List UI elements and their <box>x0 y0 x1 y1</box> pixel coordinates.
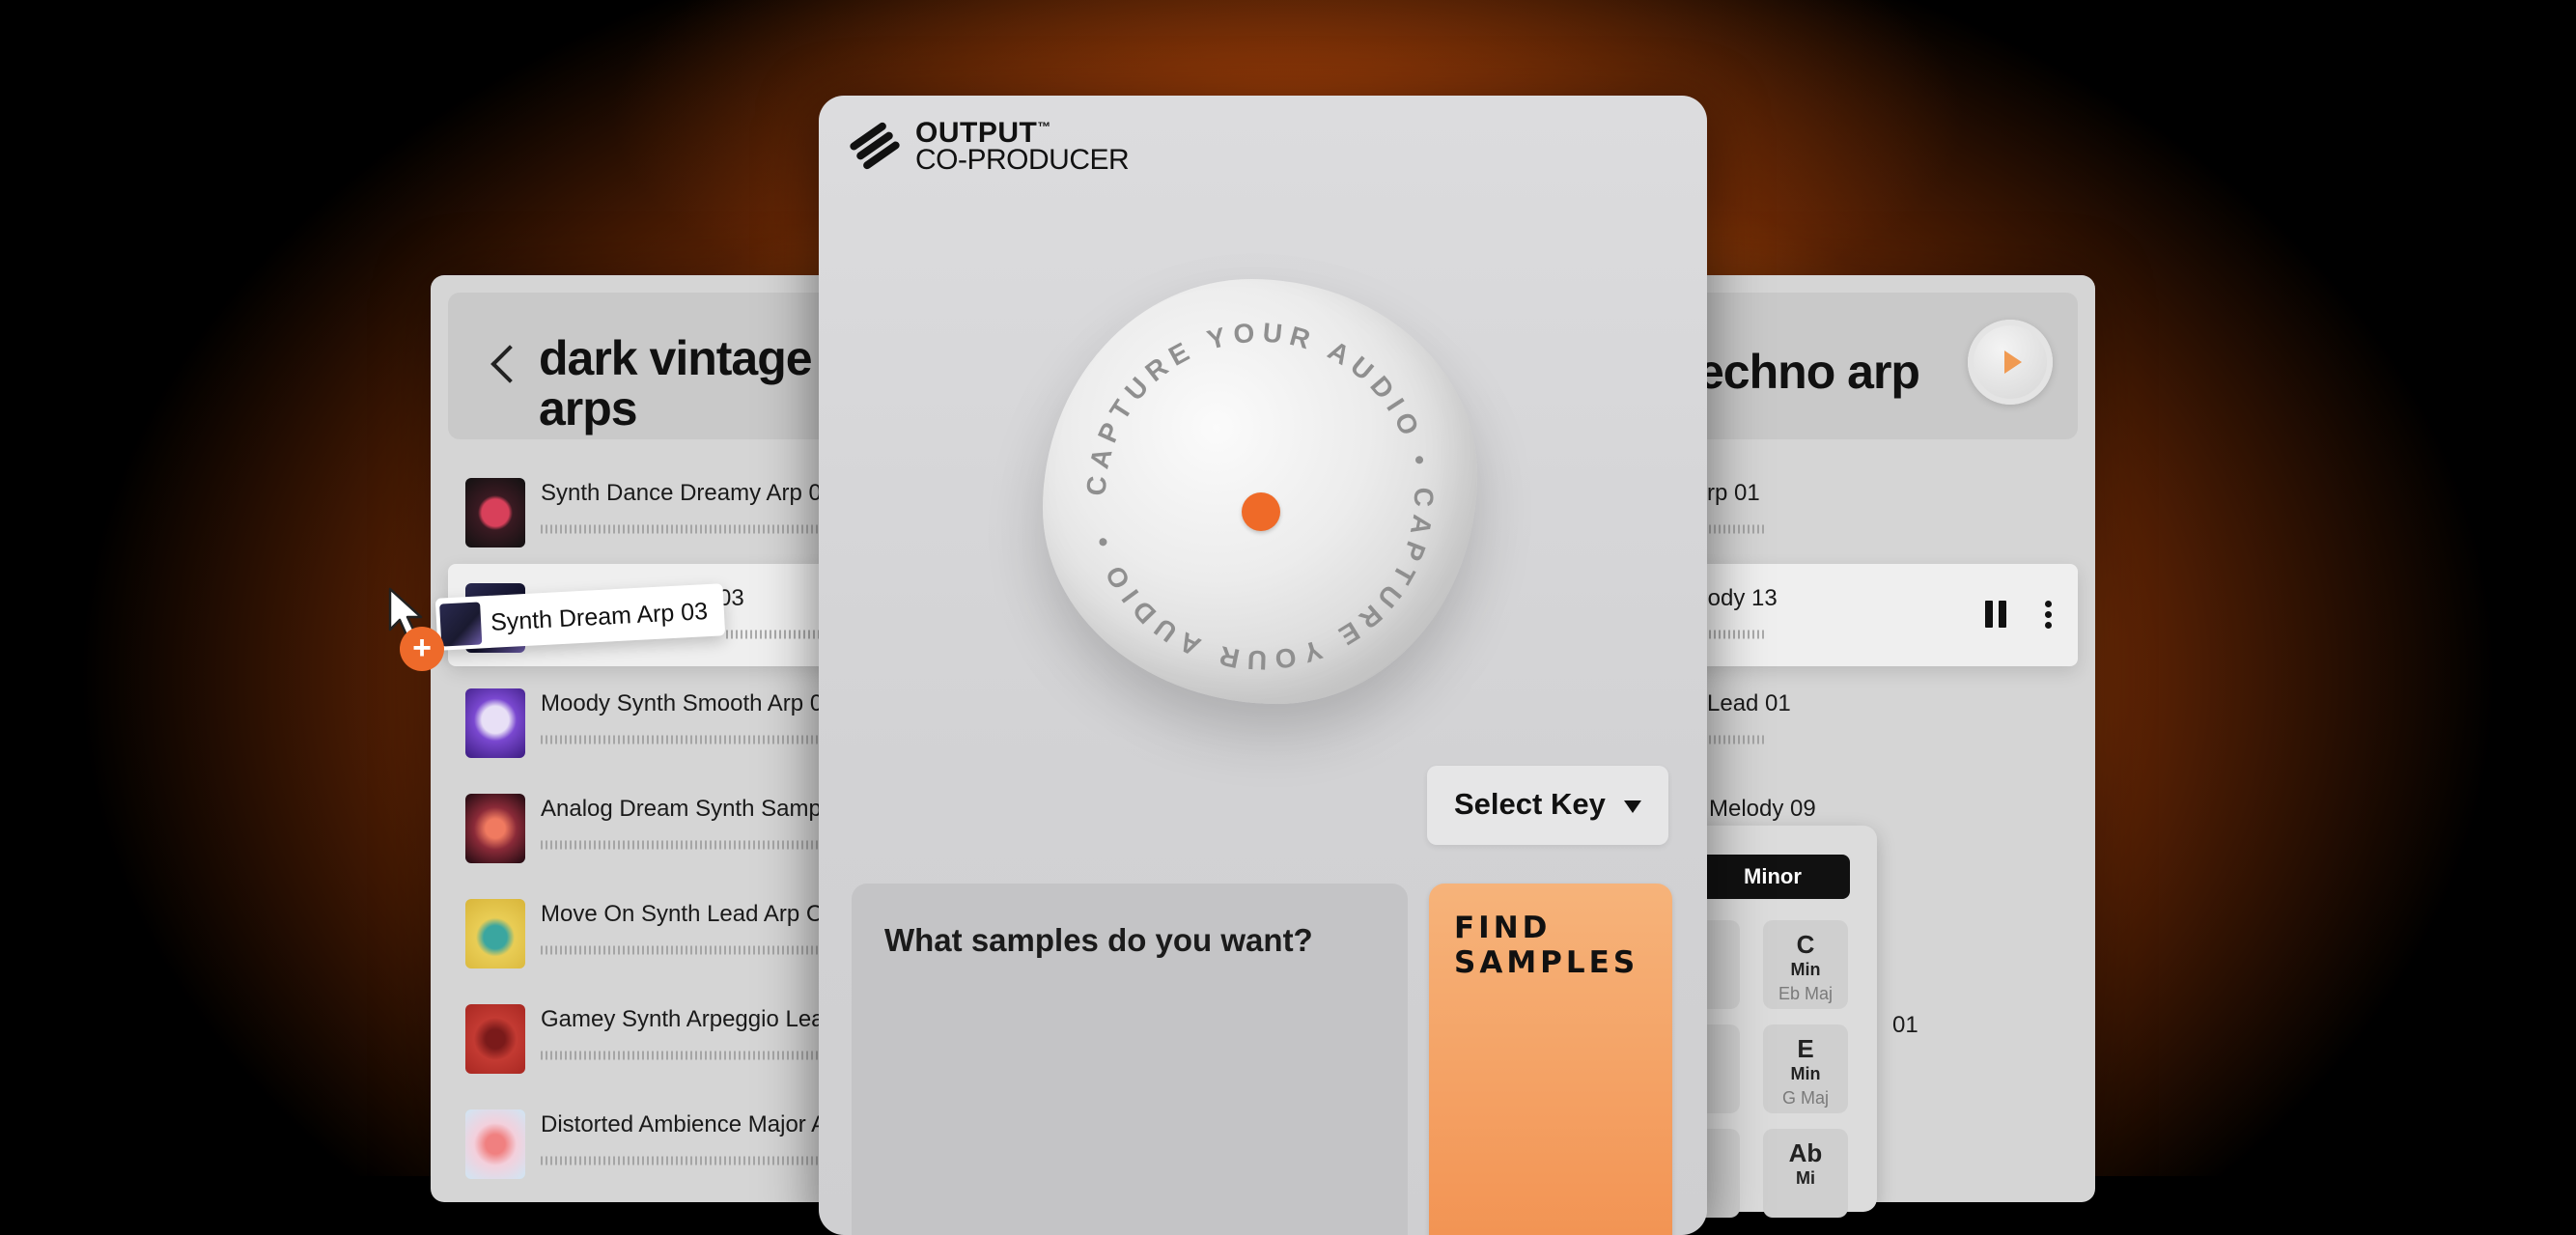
key-name: Ab <box>1788 1138 1823 1167</box>
waveform <box>541 1045 830 1066</box>
prompt-placeholder: What samples do you want? <box>884 922 1313 958</box>
waveform <box>541 1150 830 1171</box>
sample-title: Synth Dance Dreamy Arp 0 <box>541 480 822 506</box>
prompt-input[interactable]: What samples do you want? <box>852 884 1408 1235</box>
record-dot-icon <box>1242 492 1280 531</box>
back-arrow-icon[interactable] <box>490 345 529 383</box>
waveform <box>541 729 830 750</box>
pause-icon <box>1985 601 1993 628</box>
sample-title: Lead 01 <box>1707 690 1791 716</box>
sample-thumbnail <box>465 899 525 968</box>
dragged-sample-title: Synth Dream Arp 03 <box>490 598 709 636</box>
query-title: echno arp <box>1697 345 1920 399</box>
caret-down-icon <box>1624 800 1641 813</box>
waveform <box>541 940 830 961</box>
query-title-line1: dark vintage s <box>539 331 851 385</box>
sample-thumbnail <box>465 1109 525 1179</box>
waveform <box>1709 519 1767 540</box>
capture-audio-ring: CAPTURE YOUR AUDIO • CAPTURE YOUR AUDIO … <box>1081 317 1433 675</box>
find-samples-label-line2: SAMPLES <box>1454 945 1639 980</box>
play-button[interactable] <box>1968 320 2053 405</box>
more-options-icon[interactable] <box>2045 601 2053 630</box>
key-cell-ab-min[interactable]: Ab Mi <box>1763 1129 1848 1218</box>
mode-toggle-minor[interactable]: Minor <box>1695 855 1850 899</box>
waveform <box>726 624 832 645</box>
sample-thumbnail <box>465 478 525 547</box>
sample-thumbnail <box>465 1004 525 1074</box>
waveform <box>541 834 830 856</box>
find-samples-button[interactable]: FIND SAMPLES <box>1429 884 1672 1235</box>
key-name: E <box>1797 1034 1814 1063</box>
play-icon <box>2004 351 2022 374</box>
relative-key: G Maj <box>1781 1088 1829 1108</box>
sample-thumbnail <box>465 794 525 863</box>
sample-title: rp 01 <box>1707 480 1760 506</box>
key-mode: Min <box>1790 1064 1821 1083</box>
sample-title: Melody 09 <box>1709 796 1816 822</box>
sample-thumbnail <box>439 602 483 647</box>
waveform <box>1709 624 1767 645</box>
sample-title: 01 <box>1892 1012 1918 1038</box>
waveform <box>541 519 830 540</box>
key-cell-e-min[interactable]: E Min G Maj <box>1763 1024 1848 1113</box>
select-key-dropdown[interactable]: Select Key <box>1427 766 1668 845</box>
sample-title: Analog Dream Synth Sampl <box>541 796 827 822</box>
key-name: C <box>1796 930 1815 959</box>
output-logo-icon <box>850 122 900 170</box>
find-samples-label-line1: FIND <box>1454 911 1552 945</box>
query-title-line2: arps <box>539 381 638 435</box>
product-name: CO-PRODUCER <box>915 144 1130 176</box>
sample-title: Distorted Ambience Major A <box>541 1111 827 1137</box>
relative-key: Eb Maj <box>1778 984 1834 1003</box>
key-cell-c-min[interactable]: C Min Eb Maj <box>1763 920 1848 1009</box>
add-plus-icon: + <box>400 627 444 671</box>
co-producer-panel: OUTPUT™ CO-PRODUCER CAPTURE YOUR AUDIO •… <box>819 96 1707 1235</box>
pause-button[interactable] <box>1985 601 2010 628</box>
sample-title: Gamey Synth Arpeggio Lea <box>541 1006 825 1032</box>
key-mode: Mi <box>1796 1168 1815 1188</box>
waveform <box>1709 729 1767 750</box>
sample-title: Move On Synth Lead Arp Cl <box>541 901 828 927</box>
select-key-label: Select Key <box>1454 787 1606 821</box>
sample-thumbnail <box>465 688 525 758</box>
sample-title: Moody Synth Smooth Arp 0 <box>541 690 824 716</box>
key-mode: Min <box>1790 960 1821 979</box>
